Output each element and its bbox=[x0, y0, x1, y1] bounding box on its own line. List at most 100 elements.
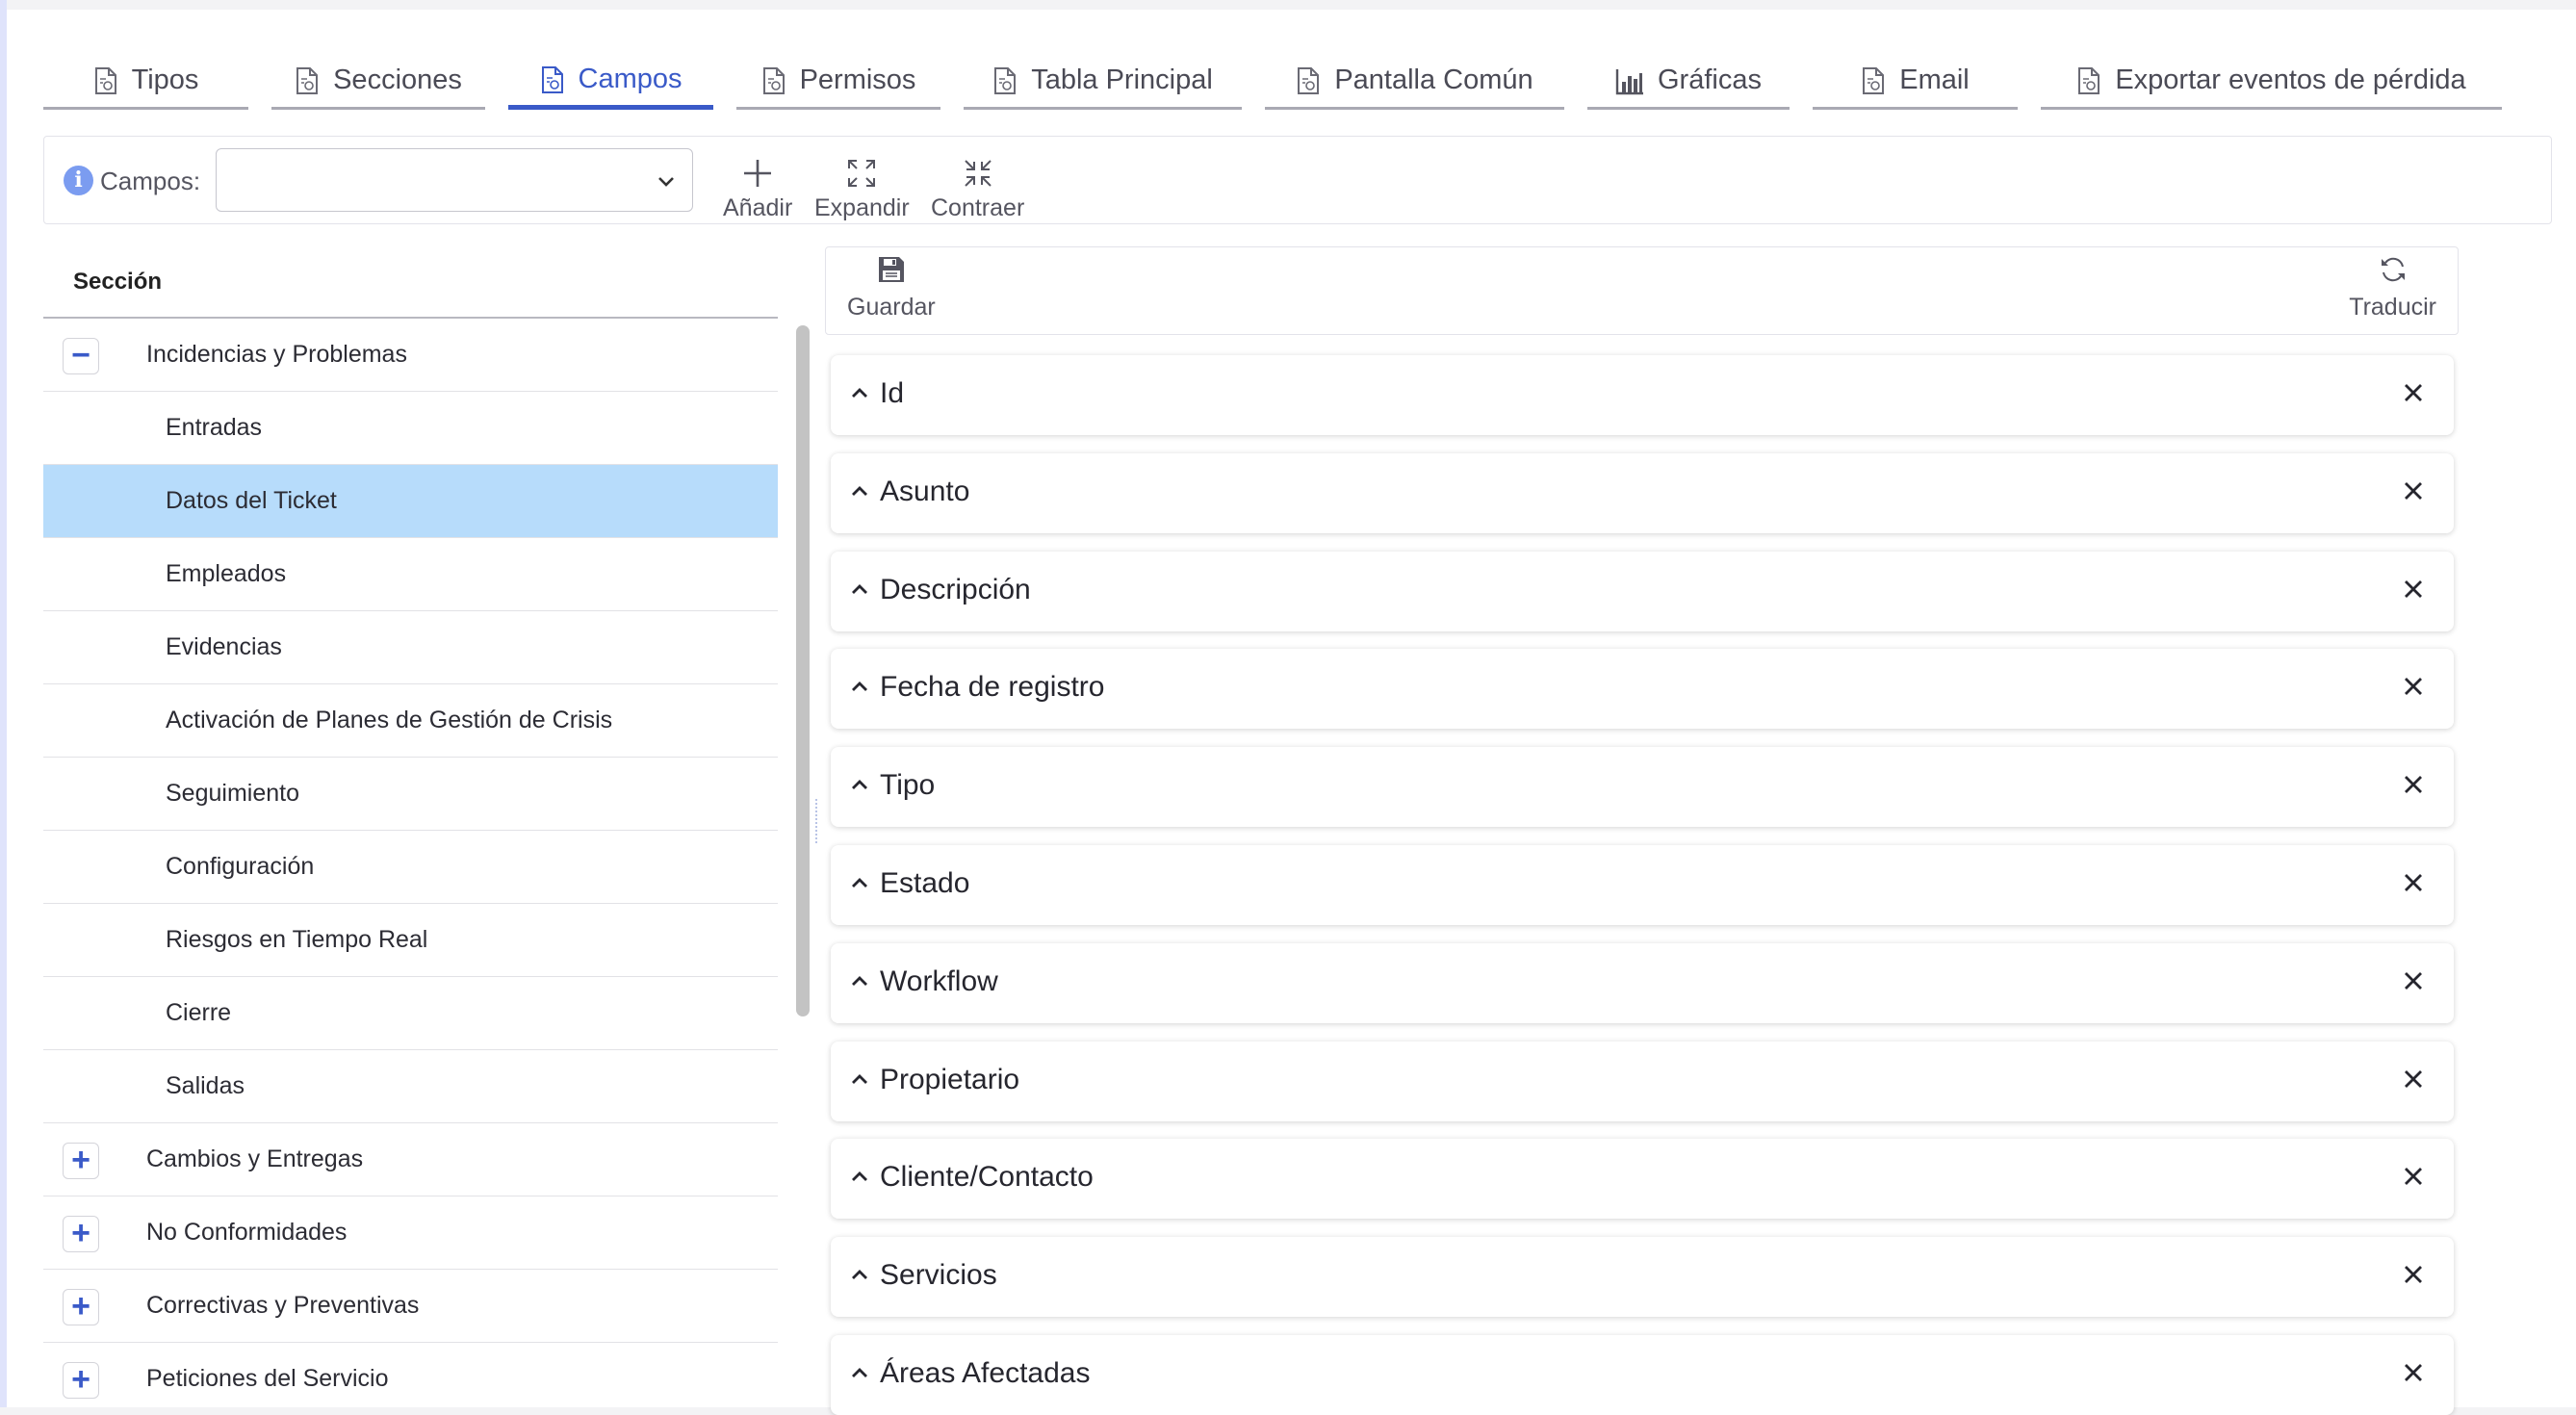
field-card[interactable]: Workflow bbox=[831, 943, 2454, 1023]
section-tree: − Incidencias y Problemas Entradas Datos de… bbox=[43, 319, 778, 1407]
field-card[interactable]: Áreas Afectadas bbox=[831, 1335, 2454, 1415]
document-icon bbox=[93, 66, 118, 95]
tree-child-row[interactable]: Salidas bbox=[43, 1050, 778, 1123]
field-card[interactable]: Propietario bbox=[831, 1042, 2454, 1121]
field-card[interactable]: Servicios bbox=[831, 1237, 2454, 1317]
campos-label: Campos: bbox=[100, 167, 201, 195]
tab-label: Secciones bbox=[333, 64, 462, 95]
expand-toggle-icon[interactable]: + bbox=[63, 1289, 99, 1325]
field-card[interactable]: Cliente/Contacto bbox=[831, 1139, 2454, 1219]
chevron-up-icon[interactable] bbox=[850, 971, 869, 990]
tree-child-row[interactable]: Datos del Ticket bbox=[43, 465, 778, 538]
tab-permisos[interactable]: Permisos bbox=[736, 54, 940, 110]
close-icon[interactable] bbox=[2402, 871, 2425, 894]
left-edge-strip bbox=[0, 0, 7, 1407]
document-icon bbox=[1861, 66, 1886, 95]
chevron-up-icon[interactable] bbox=[850, 481, 869, 501]
collapse-label: Contraer bbox=[931, 194, 1025, 221]
tab-label: Gráficas bbox=[1658, 64, 1762, 95]
tab-label: Tabla Principal bbox=[1031, 64, 1213, 95]
field-label: Servicios bbox=[880, 1259, 997, 1291]
tree-child-row[interactable]: Evidencias bbox=[43, 611, 778, 684]
tab-campos[interactable]: Campos bbox=[508, 54, 713, 110]
chevron-up-icon[interactable] bbox=[850, 1167, 869, 1186]
field-label: Descripción bbox=[880, 574, 1031, 605]
collapse-button[interactable]: Contraer bbox=[931, 137, 1024, 223]
expand-toggle-icon[interactable]: + bbox=[63, 1216, 99, 1252]
tab-graficas[interactable]: Gráficas bbox=[1587, 54, 1790, 110]
collapse-icon bbox=[964, 160, 992, 187]
chevron-up-icon[interactable] bbox=[850, 1265, 869, 1284]
tree-child-row[interactable]: Riesgos en Tiempo Real bbox=[43, 904, 778, 977]
tab-tipos[interactable]: Tipos bbox=[43, 54, 248, 110]
close-icon[interactable] bbox=[2402, 1165, 2425, 1188]
field-card[interactable]: Id bbox=[831, 355, 2454, 435]
tree-row-label: Cierre bbox=[166, 999, 232, 1026]
close-icon[interactable] bbox=[2402, 578, 2425, 601]
chevron-up-icon[interactable] bbox=[850, 579, 869, 599]
chevron-down-icon bbox=[658, 177, 674, 187]
chevron-up-icon[interactable] bbox=[850, 873, 869, 892]
close-icon[interactable] bbox=[2402, 1361, 2425, 1384]
section-tree-header: Sección bbox=[43, 246, 778, 319]
chevron-up-icon[interactable] bbox=[850, 383, 869, 402]
close-icon[interactable] bbox=[2402, 675, 2425, 698]
tree-child-row[interactable]: Cierre bbox=[43, 977, 778, 1050]
field-card[interactable]: Asunto bbox=[831, 453, 2454, 533]
tree-parent-row[interactable]: + No Conformidades bbox=[43, 1196, 778, 1270]
save-button[interactable]: Guardar bbox=[847, 255, 936, 322]
tree-child-row[interactable]: Seguimiento bbox=[43, 758, 778, 831]
tree-child-row[interactable]: Empleados bbox=[43, 538, 778, 611]
chevron-up-icon[interactable] bbox=[850, 775, 869, 794]
tab-secciones[interactable]: Secciones bbox=[271, 54, 485, 110]
tree-child-row[interactable]: Entradas bbox=[43, 392, 778, 465]
collapse-toggle-icon[interactable]: − bbox=[63, 338, 99, 374]
bar-chart-icon bbox=[1615, 66, 1644, 95]
field-card[interactable]: Estado bbox=[831, 845, 2454, 925]
tree-parent-row[interactable]: + Correctivas y Preventivas bbox=[43, 1270, 778, 1343]
document-icon bbox=[992, 66, 1018, 95]
save-icon bbox=[878, 257, 904, 282]
tab-label: Pantalla Común bbox=[1334, 64, 1533, 95]
field-card[interactable]: Fecha de registro bbox=[831, 649, 2454, 729]
tree-child-row[interactable]: Activación de Planes de Gestión de Crisi… bbox=[43, 684, 778, 758]
tree-parent-row[interactable]: − Incidencias y Problemas bbox=[43, 319, 778, 392]
translate-button[interactable]: Traducir bbox=[2349, 255, 2436, 322]
expand-toggle-icon[interactable]: + bbox=[63, 1362, 99, 1399]
field-label: Propietario bbox=[880, 1064, 1020, 1095]
close-icon[interactable] bbox=[2402, 969, 2425, 992]
document-icon bbox=[540, 65, 565, 94]
expand-toggle-icon[interactable]: + bbox=[63, 1143, 99, 1179]
chevron-up-icon[interactable] bbox=[850, 1069, 869, 1089]
chevron-up-icon[interactable] bbox=[850, 677, 869, 696]
info-icon[interactable]: i bbox=[64, 166, 93, 195]
tab-pantalla-comun[interactable]: Pantalla Común bbox=[1265, 54, 1564, 110]
tab-tabla-principal[interactable]: Tabla Principal bbox=[964, 54, 1242, 110]
refresh-icon bbox=[2381, 257, 2405, 282]
close-icon[interactable] bbox=[2402, 1068, 2425, 1091]
document-icon bbox=[2076, 66, 2101, 95]
close-icon[interactable] bbox=[2402, 1263, 2425, 1286]
tree-row-label: Configuración bbox=[166, 853, 315, 880]
tree-scrollbar[interactable] bbox=[796, 325, 810, 1016]
panel-splitter[interactable] bbox=[815, 799, 819, 843]
save-label: Guardar bbox=[847, 294, 936, 321]
tree-parent-row[interactable]: + Cambios y Entregas bbox=[43, 1123, 778, 1196]
close-icon[interactable] bbox=[2402, 381, 2425, 404]
field-card[interactable]: Descripción bbox=[831, 552, 2454, 631]
add-button[interactable]: Añadir bbox=[723, 137, 792, 223]
tree-row-label: No Conformidades bbox=[146, 1219, 348, 1246]
campos-select[interactable] bbox=[216, 148, 693, 212]
chevron-up-icon[interactable] bbox=[850, 1363, 869, 1382]
tree-row-label: Activación de Planes de Gestión de Crisi… bbox=[166, 707, 613, 733]
close-icon[interactable] bbox=[2402, 773, 2425, 796]
close-icon[interactable] bbox=[2402, 479, 2425, 502]
tab-email[interactable]: Email bbox=[1813, 54, 2018, 110]
document-icon bbox=[1296, 66, 1321, 95]
tab-exportar-eventos[interactable]: Exportar eventos de pérdida bbox=[2041, 54, 2502, 110]
field-card[interactable]: Tipo bbox=[831, 747, 2454, 827]
expand-button[interactable]: Expandir bbox=[814, 137, 910, 223]
tree-child-row[interactable]: Configuración bbox=[43, 831, 778, 904]
tree-parent-row[interactable]: + Peticiones del Servicio bbox=[43, 1343, 778, 1407]
field-label: Id bbox=[880, 377, 905, 409]
